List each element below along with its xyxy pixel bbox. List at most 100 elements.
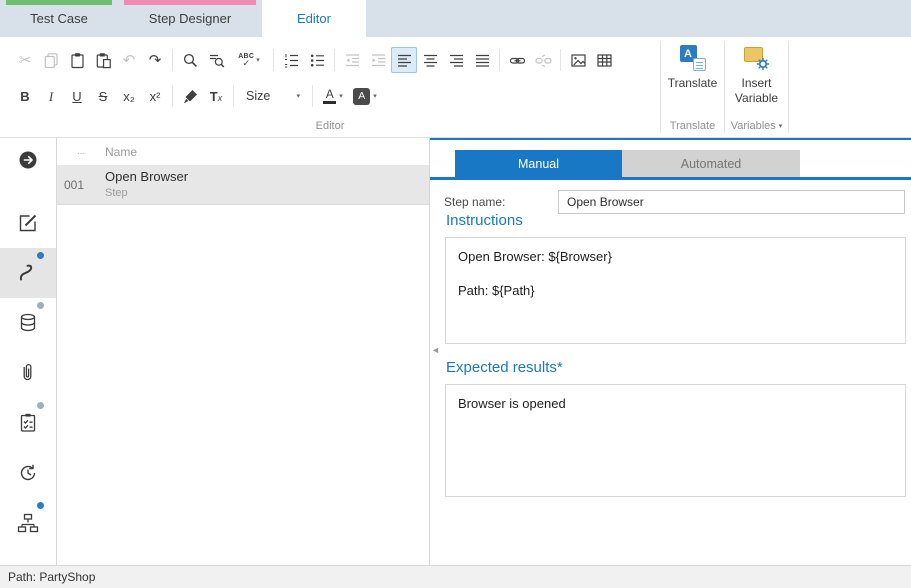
link-icon [509, 52, 526, 69]
tab-editor[interactable]: Editor [262, 0, 366, 37]
step-name-row: Step name: [444, 190, 905, 214]
font-size-label: Size [246, 89, 270, 103]
step-name-label: Step name: [444, 195, 558, 209]
increase-indent-icon [370, 52, 387, 69]
underline-button[interactable]: U [64, 83, 90, 109]
tab-step-designer[interactable]: Step Designer [118, 0, 262, 37]
remove-link-button[interactable] [530, 47, 556, 73]
paste-special-icon [95, 52, 112, 69]
tab-automated[interactable]: Automated [622, 150, 800, 177]
tab-automated-label: Automated [681, 157, 741, 171]
instructions-line: Open Browser: ${Browser} [458, 249, 893, 264]
insert-variable-button[interactable]: Insert Variable [725, 37, 788, 115]
bullet-list-button[interactable] [304, 47, 330, 73]
decrease-indent-button[interactable] [339, 47, 365, 73]
paperclip-icon [17, 362, 39, 384]
sidebar-item-edit[interactable] [0, 198, 56, 248]
justify-icon [474, 52, 491, 69]
steps-badge-dot [37, 252, 44, 259]
bold-button[interactable]: B [12, 83, 38, 109]
copy-button[interactable] [38, 47, 64, 73]
toolbar-separator [312, 85, 313, 107]
tab-manual-label: Manual [518, 157, 559, 171]
expected-results-title: Expected results* [446, 359, 563, 376]
fill-color-button[interactable]: A ▾ [349, 83, 381, 109]
align-right-button[interactable] [443, 47, 469, 73]
expected-results-textarea[interactable]: Browser is opened [445, 384, 906, 497]
insert-table-button[interactable] [591, 47, 617, 73]
step-list-item[interactable]: 001 Open Browser Step [57, 166, 429, 205]
redo-button[interactable]: ↷ [142, 47, 168, 73]
column-header-dots: ... [77, 146, 97, 157]
sidebar-item-hierarchy[interactable] [0, 498, 56, 548]
insert-link-button[interactable] [504, 47, 530, 73]
sidebar-item-steps[interactable] [0, 248, 56, 298]
step-name-input[interactable] [558, 190, 905, 214]
align-left-button[interactable] [391, 47, 417, 73]
editor-toolbar-row-1: ✂ ↶ ↷ ABC ✓ ▾ [12, 46, 617, 74]
align-center-button[interactable] [417, 47, 443, 73]
superscript-button[interactable]: x² [142, 83, 168, 109]
status-bar: Path: PartyShop [0, 565, 911, 588]
history-icon [17, 462, 39, 484]
collapse-panel-icon[interactable]: ◄ [431, 346, 440, 355]
paste-icon [69, 52, 86, 69]
increase-indent-button[interactable] [365, 47, 391, 73]
font-color-button[interactable]: A ▾ [317, 83, 349, 109]
sidebar-item-history[interactable] [0, 448, 56, 498]
top-tabbar: Test Case Step Designer Editor [0, 0, 911, 37]
find-replace-button[interactable] [203, 47, 229, 73]
insert-image-button[interactable] [565, 47, 591, 73]
font-size-dropdown[interactable]: Size ▾ [240, 84, 306, 108]
cut-button[interactable]: ✂ [12, 47, 38, 73]
ribbon-group-variables-label[interactable]: Variables ▾ [725, 115, 788, 137]
sidebar-item-checklist[interactable] [0, 398, 56, 448]
fill-color-icon: A [353, 88, 370, 105]
ribbon-toolbar: ✂ ↶ ↷ ABC ✓ ▾ [0, 37, 911, 138]
bold-icon: B [20, 90, 29, 103]
insert-variable-button-label: Insert Variable [729, 76, 785, 106]
clear-formatting-button[interactable]: T x [203, 83, 229, 109]
instructions-title: Instructions [446, 212, 523, 229]
toolbar-separator [172, 49, 173, 71]
image-icon [570, 52, 587, 69]
underline-icon: U [72, 90, 81, 103]
toolbar-separator [273, 49, 274, 71]
spell-check-button[interactable]: ABC ✓ ▾ [229, 47, 269, 73]
steps-list-panel: ... Name 001 Open Browser Step [57, 138, 430, 565]
search-button[interactable] [177, 47, 203, 73]
decrease-indent-icon [344, 52, 361, 69]
spell-check-icon: ABC ✓ [238, 53, 254, 68]
sidebar-item-navigate[interactable] [0, 138, 56, 182]
align-center-icon [422, 52, 439, 69]
format-painter-button[interactable] [177, 83, 203, 109]
instructions-textarea[interactable]: Open Browser: ${Browser} Path: ${Path} [445, 237, 906, 344]
steps-list-header: ... Name [57, 138, 429, 166]
tab-test-case[interactable]: Test Case [0, 0, 118, 37]
chevron-down-icon: ▾ [779, 123, 783, 130]
justify-button[interactable] [469, 47, 495, 73]
sidebar-item-attachments[interactable] [0, 348, 56, 398]
chevron-down-icon: ▾ [339, 93, 343, 100]
table-icon [596, 52, 613, 69]
paste-special-button[interactable] [90, 47, 116, 73]
translate-group: A Translate Translate [661, 37, 724, 137]
ribbon-group-separator [788, 41, 789, 133]
toolbar-separator [233, 85, 234, 107]
editor-toolbar-row-2: B I U S x₂ x² T x Size ▾ [12, 82, 381, 110]
status-path: Path: PartyShop [8, 570, 95, 584]
paste-button[interactable] [64, 47, 90, 73]
translate-button[interactable]: A Translate [661, 37, 724, 115]
strikethrough-button[interactable]: S [90, 83, 116, 109]
undo-icon: ↶ [123, 53, 136, 68]
gear-icon [756, 57, 770, 71]
italic-button[interactable]: I [38, 83, 64, 109]
numbered-list-button[interactable] [278, 47, 304, 73]
align-right-icon [448, 52, 465, 69]
sidebar-item-data[interactable] [0, 298, 56, 348]
step-number: 001 [64, 178, 98, 192]
subscript-button[interactable]: x₂ [116, 83, 142, 109]
tab-manual[interactable]: Manual [455, 150, 622, 177]
undo-button[interactable]: ↶ [116, 47, 142, 73]
tab-test-case-label: Test Case [30, 11, 88, 26]
